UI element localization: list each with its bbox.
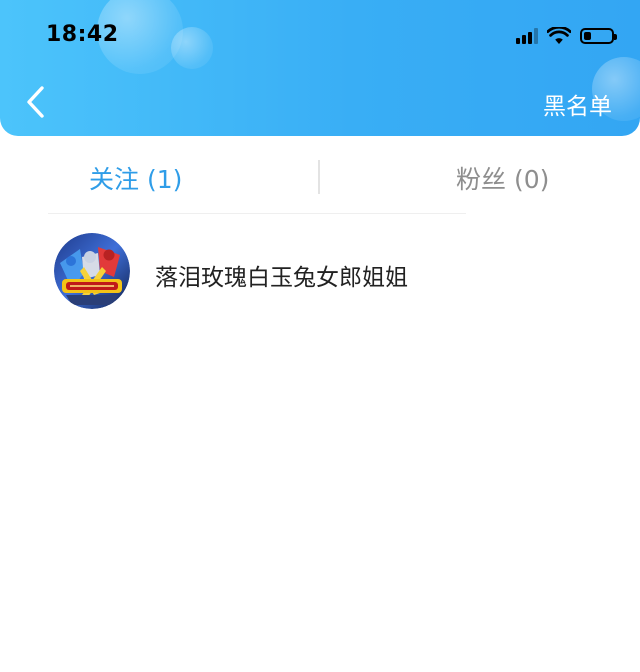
following-user-name: 落泪玫瑰白玉兔女郎姐姐	[155, 265, 408, 291]
status-icons	[516, 25, 617, 47]
follow-tabs: 关注 (1) 粉丝 (0)	[0, 144, 640, 214]
tabs-underline	[48, 213, 466, 214]
tab-followers[interactable]: 粉丝 (0)	[456, 160, 549, 196]
cellular-signal-icon	[516, 28, 538, 44]
header-bar: 18:42 黑名单	[0, 0, 640, 136]
tab-divider	[318, 160, 320, 194]
blacklist-button[interactable]: 黑名单	[543, 87, 612, 121]
battery-icon	[580, 28, 617, 44]
back-button[interactable]	[22, 84, 48, 120]
following-list-item[interactable]: 落泪玫瑰白玉兔女郎姐姐	[0, 225, 640, 317]
wifi-icon	[547, 27, 571, 44]
chevron-left-icon	[27, 86, 44, 118]
cartoon-avatar-icon	[54, 233, 130, 309]
decorative-bubble	[171, 27, 213, 69]
tab-following[interactable]: 关注 (1)	[89, 160, 182, 196]
status-time: 18:42	[46, 22, 119, 47]
screen: 18:42 黑名单 关注 (1) 粉丝 (0) 落泪玫瑰白玉兔女郎姐姐	[0, 0, 640, 672]
